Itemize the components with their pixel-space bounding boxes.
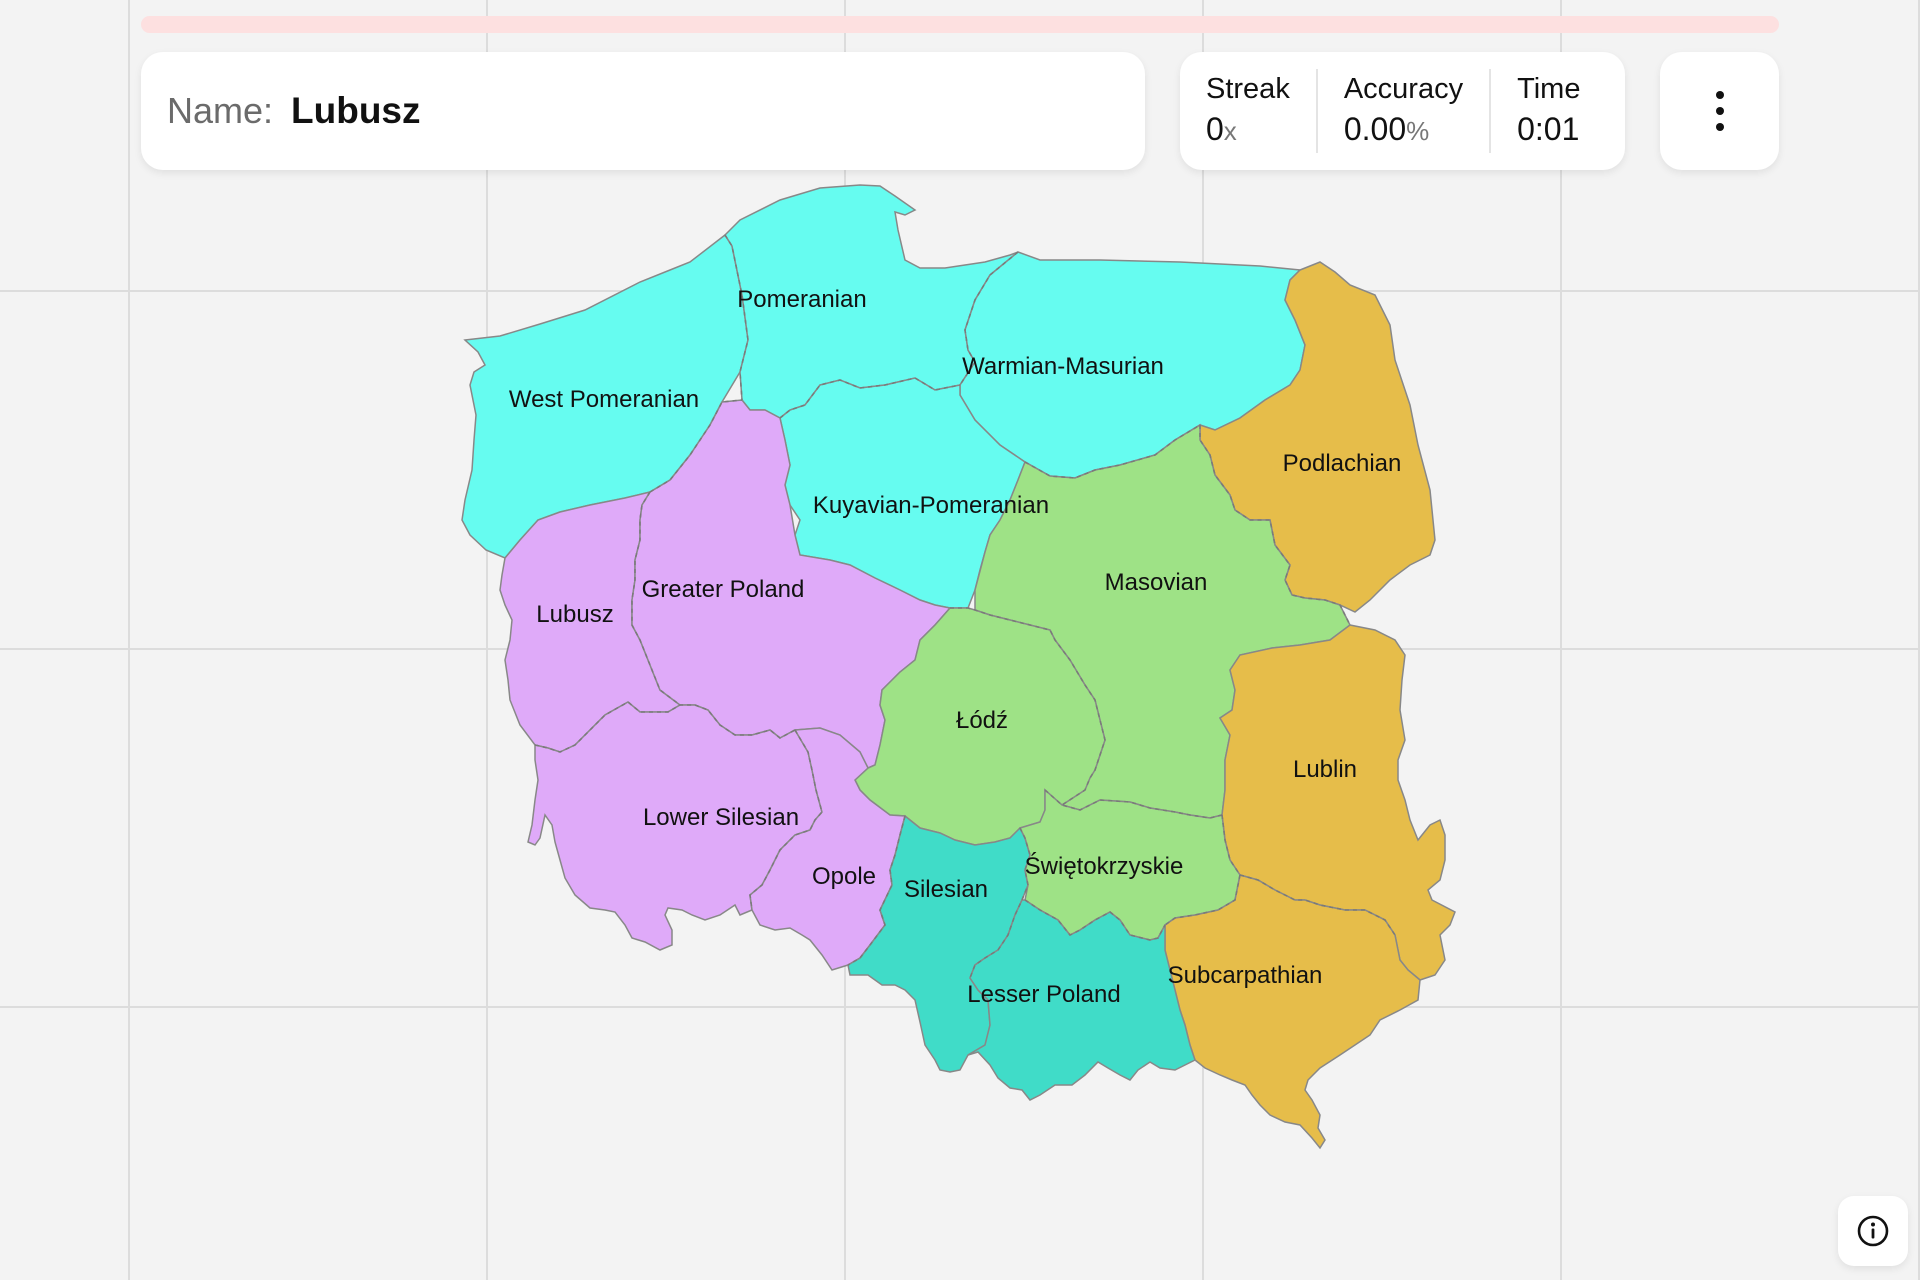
region-label: West Pomeranian [509,386,699,413]
region-label: Masovian [1105,569,1208,596]
region-label: Silesian [904,876,988,903]
region-label: Świętokrzyskie [1025,852,1184,880]
region-label: Lesser Poland [967,981,1120,1008]
region-label: Pomeranian [737,286,866,313]
region-label: Łódź [956,707,1008,734]
region-label: Greater Poland [642,576,805,603]
region-label: Lublin [1293,756,1357,783]
map-area: West Pomeranian Pomeranian Warmian-Masur… [0,0,1920,1280]
poland-map: West Pomeranian Pomeranian Warmian-Masur… [461,184,1456,1150]
region-label: Warmian-Masurian [962,353,1164,380]
region-label: Opole [812,863,876,890]
region-label: Subcarpathian [1168,962,1323,989]
region-label: Podlachian [1283,450,1402,477]
region-label: Lubusz [536,601,613,628]
region-label: Lower Silesian [643,804,799,831]
region-label: Kuyavian-Pomeranian [813,492,1049,519]
